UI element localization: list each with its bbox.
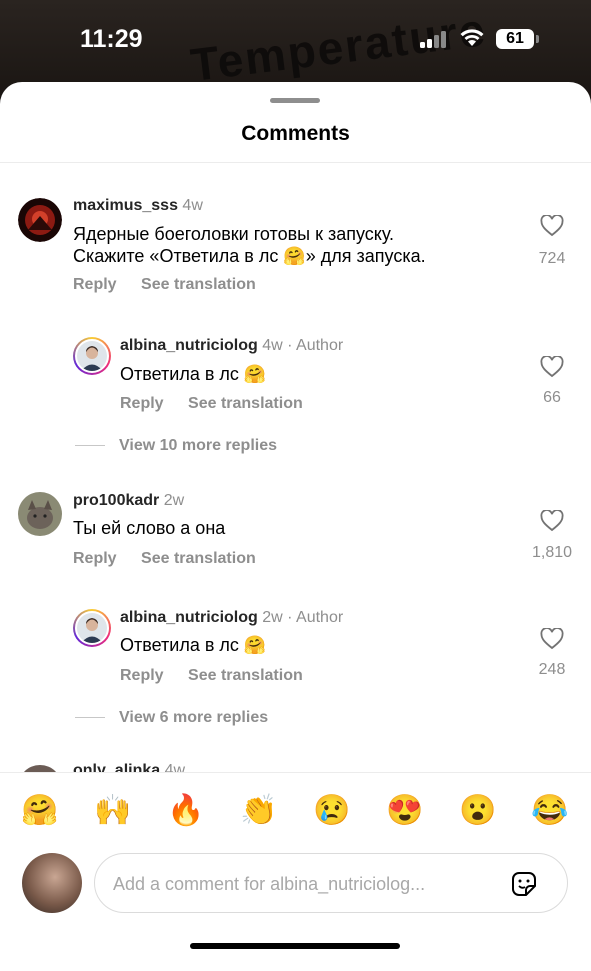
reply-button[interactable]: Reply	[120, 395, 164, 412]
reply-comment: albina_nutriciolog 4w · Author Ответила …	[0, 334, 591, 454]
sheet-grabber[interactable]	[270, 98, 320, 103]
comment-input[interactable]	[111, 854, 505, 914]
comments-sheet: Comments maximus_sss 4w Ядерные боеголов…	[0, 82, 591, 971]
emoji-laugh-button[interactable]: 😂	[530, 793, 570, 828]
avatar[interactable]	[73, 337, 111, 375]
comment: maximus_sss 4w Ядерные боеголовки готовы…	[0, 192, 591, 312]
title-divider	[0, 162, 591, 163]
reply-button[interactable]: Reply	[73, 276, 117, 293]
reply-username[interactable]: albina_nutriciolog 4w · Author	[120, 337, 343, 355]
reply-meta: 4w · Author	[262, 337, 344, 354]
avatar[interactable]	[18, 198, 62, 242]
emoji-cry-button[interactable]: 😢	[312, 793, 352, 828]
battery-indicator: 61	[496, 29, 534, 49]
comment-age: 2w	[163, 492, 185, 509]
comment-username[interactable]: maximus_sss 4w	[73, 197, 203, 215]
like-count: 1,810	[531, 544, 573, 561]
comment-text: Ядерные боеголовки готовы к запуску. Ска…	[73, 224, 426, 266]
comment-username[interactable]: pro100kadr 2w	[73, 492, 184, 510]
reply-username[interactable]: albina_nutriciolog 2w · Author	[120, 609, 343, 627]
reply-text: Ответила в лс 🤗	[120, 364, 267, 384]
view-more-line	[75, 717, 105, 719]
see-translation-button[interactable]: See translation	[188, 667, 303, 684]
status-time: 11:29	[80, 25, 143, 53]
heart-icon[interactable]	[540, 356, 564, 378]
comment-input-container[interactable]	[94, 853, 568, 914]
emoji-raised-hands-button[interactable]: 🙌	[93, 793, 133, 828]
comment: pro100kadr 2w Ты ей слово а она Reply Se…	[0, 487, 591, 607]
avatar[interactable]	[18, 492, 62, 536]
emoji-surprised-button[interactable]: 😮	[458, 793, 498, 828]
emoji-heart-eyes-button[interactable]: 😍	[385, 793, 425, 828]
emoji-hug-button[interactable]: 🤗	[20, 793, 60, 828]
cellular-signal-icon	[420, 30, 450, 48]
comment-text: Ты ей слово а она	[73, 518, 226, 538]
comment-age: 4w	[182, 197, 203, 214]
view-more-replies-button[interactable]: View 10 more replies	[75, 437, 277, 455]
reply-meta: 2w · Author	[262, 609, 344, 626]
sticker-icon[interactable]	[509, 869, 539, 899]
status-bar: 11:29 61	[0, 0, 591, 80]
view-more-replies-button[interactable]: View 6 more replies	[75, 709, 268, 727]
see-translation-button[interactable]: See translation	[141, 550, 256, 567]
home-indicator	[190, 943, 400, 949]
wifi-icon	[460, 29, 484, 46]
battery-cap	[536, 35, 539, 43]
emoji-clap-button[interactable]: 👏	[239, 793, 279, 828]
current-user-avatar	[22, 853, 82, 913]
emoji-fire-button[interactable]: 🔥	[166, 793, 206, 828]
avatar[interactable]	[73, 609, 111, 647]
like-count: 248	[538, 661, 566, 678]
heart-icon[interactable]	[540, 628, 564, 650]
sheet-title: Comments	[241, 122, 350, 145]
see-translation-button[interactable]: See translation	[188, 395, 303, 412]
reply-text: Ответила в лс 🤗	[120, 635, 267, 655]
composer-area: 🤗 🙌 🔥 👏 😢 😍 😮 😂	[0, 772, 591, 971]
see-translation-button[interactable]: See translation	[141, 276, 256, 293]
heart-icon[interactable]	[540, 215, 564, 237]
reply-button[interactable]: Reply	[73, 550, 117, 567]
like-count: 66	[543, 389, 561, 406]
heart-icon[interactable]	[540, 510, 564, 532]
view-more-line	[75, 445, 105, 447]
reply-button[interactable]: Reply	[120, 667, 164, 684]
reply-comment: albina_nutriciolog 2w · Author Ответила …	[0, 606, 591, 726]
like-count: 724	[538, 250, 566, 267]
